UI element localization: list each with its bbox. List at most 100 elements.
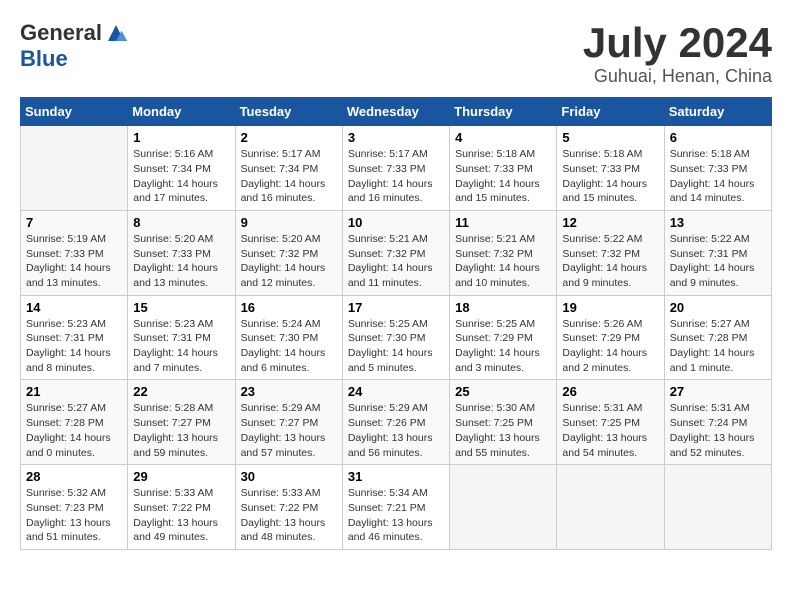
day-info: Sunrise: 5:24 AM Sunset: 7:30 PM Dayligh… — [241, 317, 337, 376]
location: Guhuai, Henan, China — [583, 66, 772, 87]
day-info: Sunrise: 5:16 AM Sunset: 7:34 PM Dayligh… — [133, 147, 229, 206]
day-info: Sunrise: 5:22 AM Sunset: 7:32 PM Dayligh… — [562, 232, 658, 291]
day-info: Sunrise: 5:34 AM Sunset: 7:21 PM Dayligh… — [348, 486, 444, 545]
day-info: Sunrise: 5:31 AM Sunset: 7:25 PM Dayligh… — [562, 401, 658, 460]
day-number: 11 — [455, 215, 551, 230]
day-info: Sunrise: 5:20 AM Sunset: 7:33 PM Dayligh… — [133, 232, 229, 291]
calendar-cell: 7 Sunrise: 5:19 AM Sunset: 7:33 PM Dayli… — [21, 210, 128, 295]
day-info: Sunrise: 5:27 AM Sunset: 7:28 PM Dayligh… — [26, 401, 122, 460]
title-section: July 2024 Guhuai, Henan, China — [583, 20, 772, 87]
day-info: Sunrise: 5:31 AM Sunset: 7:24 PM Dayligh… — [670, 401, 766, 460]
page-header: General Blue July 2024 Guhuai, Henan, Ch… — [20, 20, 772, 87]
calendar-header-row: SundayMondayTuesdayWednesdayThursdayFrid… — [21, 98, 772, 126]
logo-blue: Blue — [20, 46, 68, 72]
day-number: 13 — [670, 215, 766, 230]
day-number: 29 — [133, 469, 229, 484]
calendar-cell: 21 Sunrise: 5:27 AM Sunset: 7:28 PM Dayl… — [21, 380, 128, 465]
calendar-week-4: 21 Sunrise: 5:27 AM Sunset: 7:28 PM Dayl… — [21, 380, 772, 465]
calendar-cell: 11 Sunrise: 5:21 AM Sunset: 7:32 PM Dayl… — [450, 210, 557, 295]
header-wednesday: Wednesday — [342, 98, 449, 126]
calendar-week-5: 28 Sunrise: 5:32 AM Sunset: 7:23 PM Dayl… — [21, 465, 772, 550]
day-number: 26 — [562, 384, 658, 399]
calendar-cell: 30 Sunrise: 5:33 AM Sunset: 7:22 PM Dayl… — [235, 465, 342, 550]
calendar-cell: 4 Sunrise: 5:18 AM Sunset: 7:33 PM Dayli… — [450, 126, 557, 211]
day-info: Sunrise: 5:19 AM Sunset: 7:33 PM Dayligh… — [26, 232, 122, 291]
header-thursday: Thursday — [450, 98, 557, 126]
calendar-cell: 25 Sunrise: 5:30 AM Sunset: 7:25 PM Dayl… — [450, 380, 557, 465]
day-info: Sunrise: 5:25 AM Sunset: 7:30 PM Dayligh… — [348, 317, 444, 376]
day-number: 12 — [562, 215, 658, 230]
calendar-cell: 24 Sunrise: 5:29 AM Sunset: 7:26 PM Dayl… — [342, 380, 449, 465]
calendar-cell — [664, 465, 771, 550]
calendar-cell: 9 Sunrise: 5:20 AM Sunset: 7:32 PM Dayli… — [235, 210, 342, 295]
day-number: 28 — [26, 469, 122, 484]
calendar-cell: 19 Sunrise: 5:26 AM Sunset: 7:29 PM Dayl… — [557, 295, 664, 380]
day-info: Sunrise: 5:29 AM Sunset: 7:27 PM Dayligh… — [241, 401, 337, 460]
calendar-cell: 31 Sunrise: 5:34 AM Sunset: 7:21 PM Dayl… — [342, 465, 449, 550]
calendar-cell: 27 Sunrise: 5:31 AM Sunset: 7:24 PM Dayl… — [664, 380, 771, 465]
logo-icon — [104, 21, 128, 45]
day-number: 2 — [241, 130, 337, 145]
day-info: Sunrise: 5:18 AM Sunset: 7:33 PM Dayligh… — [455, 147, 551, 206]
day-number: 21 — [26, 384, 122, 399]
header-sunday: Sunday — [21, 98, 128, 126]
calendar-week-1: 1 Sunrise: 5:16 AM Sunset: 7:34 PM Dayli… — [21, 126, 772, 211]
day-number: 4 — [455, 130, 551, 145]
day-info: Sunrise: 5:25 AM Sunset: 7:29 PM Dayligh… — [455, 317, 551, 376]
calendar-table: SundayMondayTuesdayWednesdayThursdayFrid… — [20, 97, 772, 550]
calendar-cell: 17 Sunrise: 5:25 AM Sunset: 7:30 PM Dayl… — [342, 295, 449, 380]
day-number: 1 — [133, 130, 229, 145]
day-number: 3 — [348, 130, 444, 145]
day-info: Sunrise: 5:26 AM Sunset: 7:29 PM Dayligh… — [562, 317, 658, 376]
day-number: 5 — [562, 130, 658, 145]
day-info: Sunrise: 5:18 AM Sunset: 7:33 PM Dayligh… — [562, 147, 658, 206]
calendar-cell: 14 Sunrise: 5:23 AM Sunset: 7:31 PM Dayl… — [21, 295, 128, 380]
day-info: Sunrise: 5:17 AM Sunset: 7:33 PM Dayligh… — [348, 147, 444, 206]
calendar-week-2: 7 Sunrise: 5:19 AM Sunset: 7:33 PM Dayli… — [21, 210, 772, 295]
day-info: Sunrise: 5:22 AM Sunset: 7:31 PM Dayligh… — [670, 232, 766, 291]
calendar-cell: 3 Sunrise: 5:17 AM Sunset: 7:33 PM Dayli… — [342, 126, 449, 211]
calendar-cell: 2 Sunrise: 5:17 AM Sunset: 7:34 PM Dayli… — [235, 126, 342, 211]
day-info: Sunrise: 5:21 AM Sunset: 7:32 PM Dayligh… — [348, 232, 444, 291]
calendar-cell: 10 Sunrise: 5:21 AM Sunset: 7:32 PM Dayl… — [342, 210, 449, 295]
day-number: 18 — [455, 300, 551, 315]
day-number: 22 — [133, 384, 229, 399]
header-tuesday: Tuesday — [235, 98, 342, 126]
calendar-cell: 22 Sunrise: 5:28 AM Sunset: 7:27 PM Dayl… — [128, 380, 235, 465]
day-number: 14 — [26, 300, 122, 315]
calendar-cell: 15 Sunrise: 5:23 AM Sunset: 7:31 PM Dayl… — [128, 295, 235, 380]
day-number: 19 — [562, 300, 658, 315]
calendar-cell: 28 Sunrise: 5:32 AM Sunset: 7:23 PM Dayl… — [21, 465, 128, 550]
day-info: Sunrise: 5:18 AM Sunset: 7:33 PM Dayligh… — [670, 147, 766, 206]
day-info: Sunrise: 5:29 AM Sunset: 7:26 PM Dayligh… — [348, 401, 444, 460]
calendar-cell — [21, 126, 128, 211]
day-info: Sunrise: 5:20 AM Sunset: 7:32 PM Dayligh… — [241, 232, 337, 291]
day-number: 16 — [241, 300, 337, 315]
day-number: 7 — [26, 215, 122, 230]
day-number: 17 — [348, 300, 444, 315]
calendar-cell: 13 Sunrise: 5:22 AM Sunset: 7:31 PM Dayl… — [664, 210, 771, 295]
day-number: 24 — [348, 384, 444, 399]
header-saturday: Saturday — [664, 98, 771, 126]
day-number: 23 — [241, 384, 337, 399]
day-info: Sunrise: 5:28 AM Sunset: 7:27 PM Dayligh… — [133, 401, 229, 460]
day-info: Sunrise: 5:23 AM Sunset: 7:31 PM Dayligh… — [133, 317, 229, 376]
day-number: 15 — [133, 300, 229, 315]
day-number: 8 — [133, 215, 229, 230]
header-monday: Monday — [128, 98, 235, 126]
calendar-cell: 29 Sunrise: 5:33 AM Sunset: 7:22 PM Dayl… — [128, 465, 235, 550]
day-info: Sunrise: 5:33 AM Sunset: 7:22 PM Dayligh… — [241, 486, 337, 545]
day-number: 25 — [455, 384, 551, 399]
calendar-cell: 8 Sunrise: 5:20 AM Sunset: 7:33 PM Dayli… — [128, 210, 235, 295]
day-info: Sunrise: 5:21 AM Sunset: 7:32 PM Dayligh… — [455, 232, 551, 291]
calendar-cell: 26 Sunrise: 5:31 AM Sunset: 7:25 PM Dayl… — [557, 380, 664, 465]
calendar-cell: 20 Sunrise: 5:27 AM Sunset: 7:28 PM Dayl… — [664, 295, 771, 380]
calendar-cell: 12 Sunrise: 5:22 AM Sunset: 7:32 PM Dayl… — [557, 210, 664, 295]
calendar-cell: 1 Sunrise: 5:16 AM Sunset: 7:34 PM Dayli… — [128, 126, 235, 211]
day-info: Sunrise: 5:30 AM Sunset: 7:25 PM Dayligh… — [455, 401, 551, 460]
calendar-cell — [557, 465, 664, 550]
calendar-cell: 16 Sunrise: 5:24 AM Sunset: 7:30 PM Dayl… — [235, 295, 342, 380]
day-info: Sunrise: 5:32 AM Sunset: 7:23 PM Dayligh… — [26, 486, 122, 545]
day-number: 27 — [670, 384, 766, 399]
logo: General Blue — [20, 20, 128, 72]
